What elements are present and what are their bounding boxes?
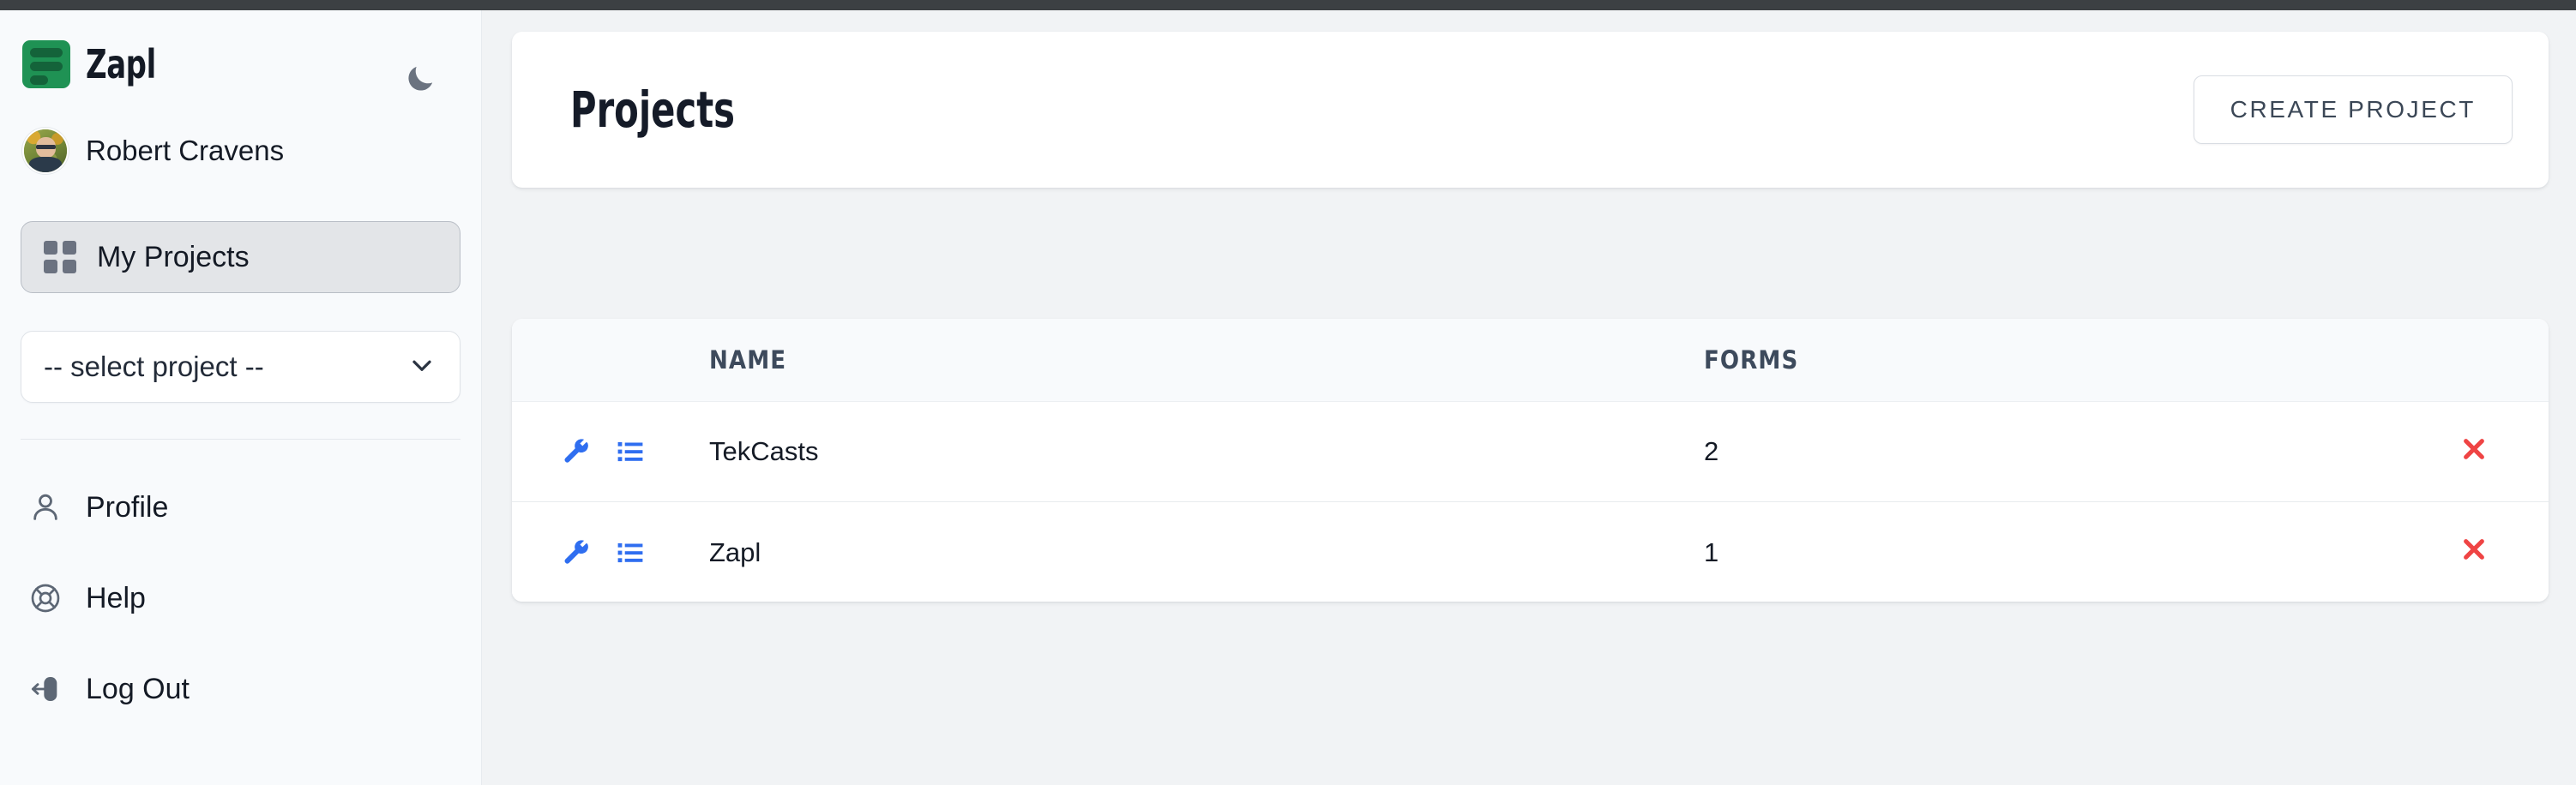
chevron-down-icon	[406, 350, 437, 385]
browser-chrome-bar	[0, 0, 2576, 10]
project-select[interactable]: -- select project --	[21, 331, 460, 403]
projects-table: NAME FORMS TekCasts 2 Zapl 1	[512, 319, 2549, 602]
list-icon[interactable]	[615, 436, 646, 467]
sidebar-item-label: My Projects	[97, 240, 250, 273]
close-x-icon[interactable]	[2459, 535, 2489, 570]
user-row[interactable]: Robert Cravens	[0, 125, 481, 177]
table-row: Zapl 1	[512, 502, 2549, 602]
moon-icon[interactable]	[401, 60, 439, 98]
table-header-row: NAME FORMS	[512, 319, 2549, 402]
create-project-button[interactable]: CREATE PROJECT	[2193, 75, 2513, 144]
sidebar-item-my-projects[interactable]: My Projects	[21, 221, 460, 293]
user-name: Robert Cravens	[86, 135, 285, 166]
close-x-icon[interactable]	[2459, 434, 2489, 470]
person-icon	[27, 489, 63, 525]
avatar	[22, 128, 69, 174]
sidebar-divider	[21, 439, 460, 440]
project-name: TekCasts	[709, 436, 819, 466]
sidebar-item-label: Profile	[86, 490, 169, 524]
project-forms-count: 2	[1704, 436, 1719, 466]
life-ring-icon	[27, 580, 63, 616]
grid-icon	[44, 241, 76, 273]
sidebar-item-label: Log Out	[86, 672, 190, 705]
logout-icon	[27, 671, 63, 707]
brand-row: Zapl	[0, 10, 481, 93]
main-content: Projects CREATE PROJECT NAME FORMS TekCa…	[482, 10, 2576, 785]
table-row: TekCasts 2	[512, 402, 2549, 502]
sidebar-item-profile[interactable]: Profile	[0, 462, 481, 553]
zapl-form-logo-icon	[22, 40, 70, 88]
sidebar-nav: Profile Help Log Out	[0, 462, 481, 734]
page-header-card: Projects CREATE PROJECT	[512, 32, 2549, 188]
project-select-value: -- select project --	[44, 351, 264, 382]
sidebar-item-log-out[interactable]: Log Out	[0, 644, 481, 734]
column-header-forms: FORMS	[1704, 345, 1799, 375]
wrench-icon[interactable]	[562, 537, 593, 568]
column-header-name: NAME	[709, 345, 787, 375]
wrench-icon[interactable]	[562, 436, 593, 467]
sidebar: Zapl Robert Cravens My Projects -- selec…	[0, 10, 482, 785]
page-title: Projects	[570, 81, 736, 139]
project-name: Zapl	[709, 536, 761, 567]
sidebar-item-help[interactable]: Help	[0, 553, 481, 644]
app-root: Zapl Robert Cravens My Projects -- selec…	[0, 0, 2576, 785]
brand-name: Zapl	[86, 41, 156, 87]
list-icon[interactable]	[615, 537, 646, 568]
project-forms-count: 1	[1704, 536, 1719, 567]
sidebar-item-label: Help	[86, 581, 146, 614]
